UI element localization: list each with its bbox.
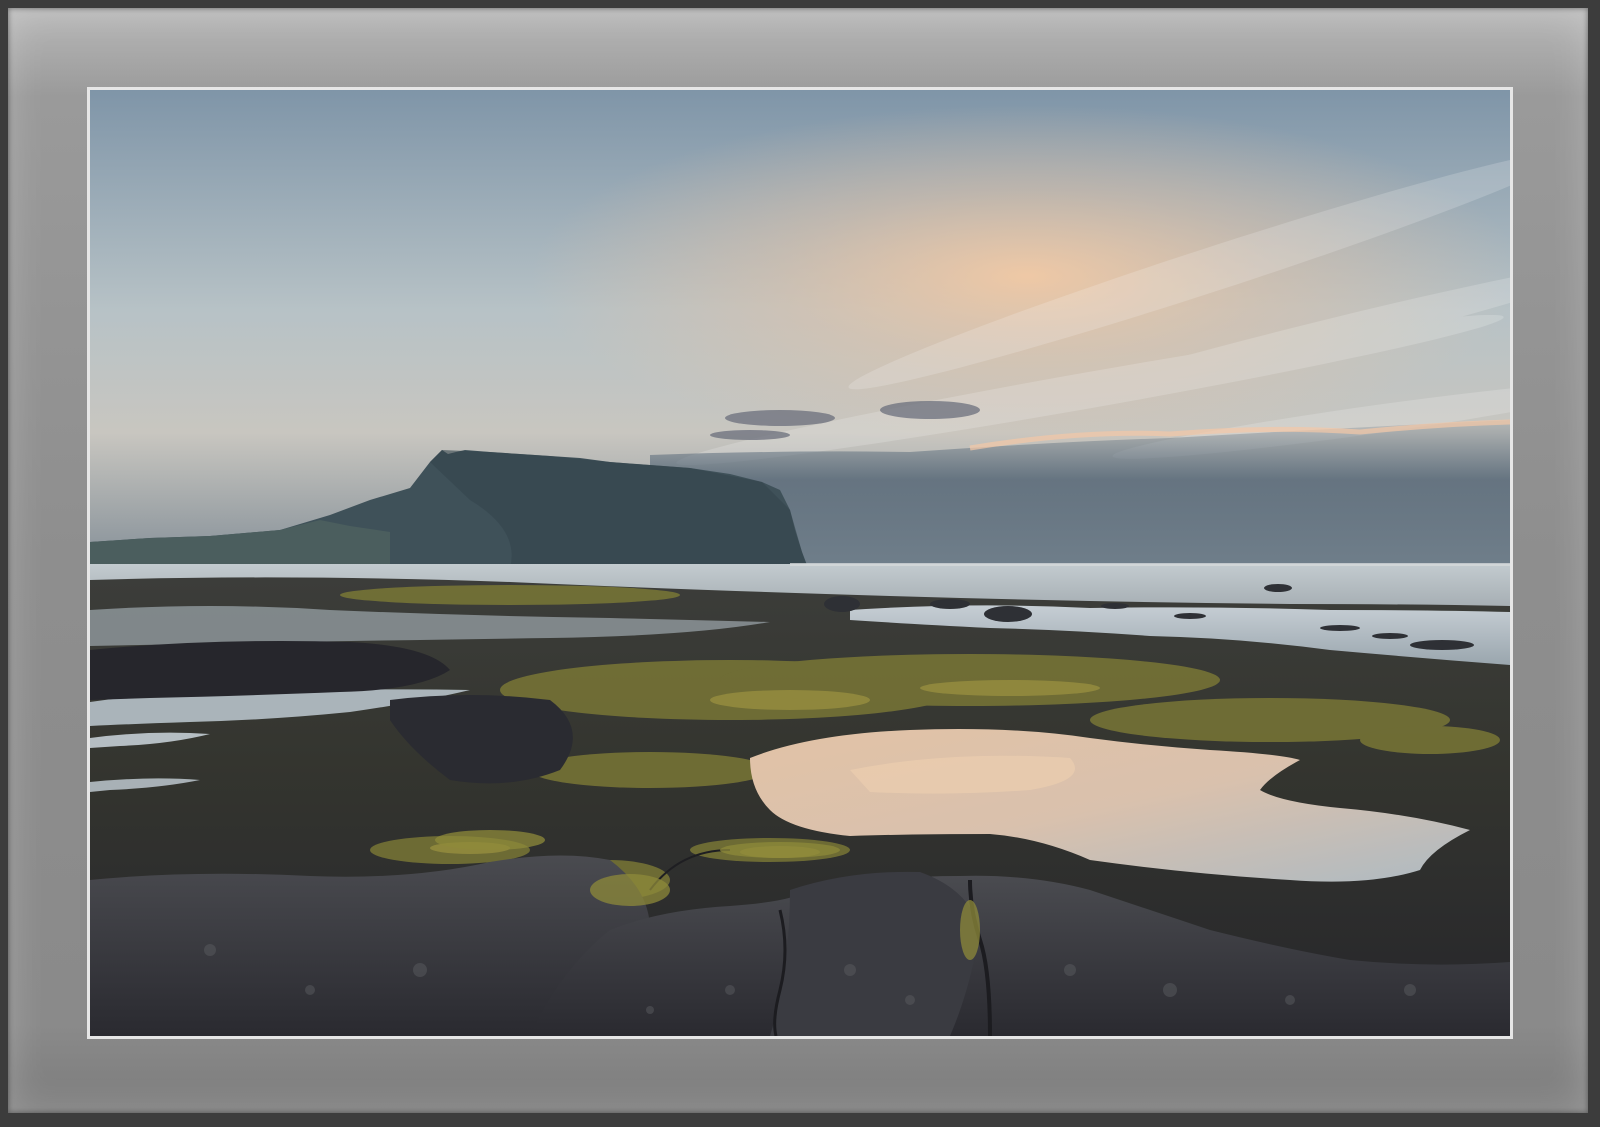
picture-frame xyxy=(0,0,1600,1127)
foreground-rock-slab xyxy=(770,871,980,1036)
horizon-line xyxy=(790,563,1510,566)
photo-canvas xyxy=(90,90,1510,1036)
landscape-photo xyxy=(90,90,1510,1036)
